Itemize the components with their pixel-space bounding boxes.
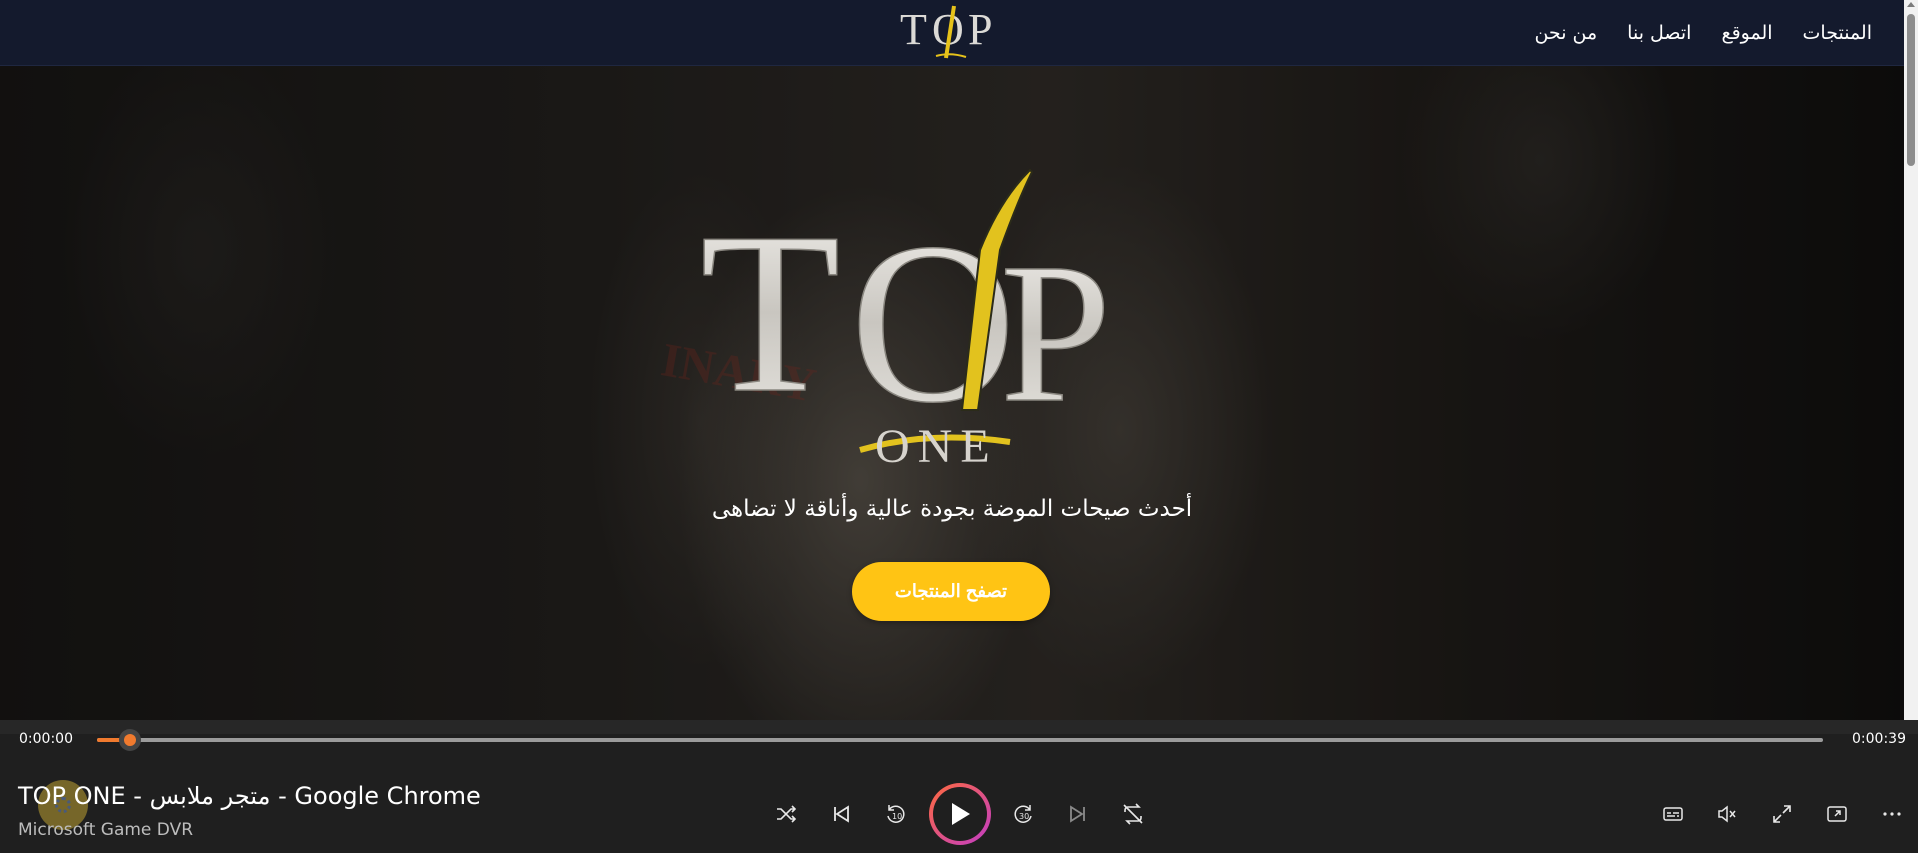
svg-text:ONE: ONE xyxy=(875,420,998,470)
top-navbar: T O P المنتجات الموقع اتصل بنا من نحن xyxy=(0,0,1904,66)
mini-player-icon[interactable] xyxy=(1819,796,1855,832)
seek-handle[interactable] xyxy=(119,729,141,751)
svg-text:10: 10 xyxy=(892,812,902,821)
elapsed-time: 0:00:00 xyxy=(19,731,73,747)
svg-text:T: T xyxy=(700,185,841,440)
forward-30-icon[interactable]: 30 xyxy=(1006,796,1042,832)
top-one-hero-logo: T O P ONE xyxy=(700,168,1112,470)
now-playing-source: Microsoft Game DVR xyxy=(18,820,194,840)
shuffle-icon[interactable] xyxy=(768,796,804,832)
previous-icon[interactable] xyxy=(823,796,859,832)
nav-link-location[interactable]: الموقع xyxy=(1721,22,1772,44)
svg-text:P: P xyxy=(968,5,992,54)
repeat-off-icon[interactable] xyxy=(1115,796,1151,832)
browse-products-button[interactable]: تصفح المنتجات xyxy=(852,562,1050,621)
scroll-thumb[interactable] xyxy=(1907,14,1915,166)
now-playing-title: TOP ONE - متجر ملابس - Google Chrome xyxy=(18,782,481,810)
seek-bar[interactable] xyxy=(97,738,1823,742)
svg-text:P: P xyxy=(1000,223,1111,444)
play-icon xyxy=(952,803,970,825)
nav-link-contact[interactable]: اتصل بنا xyxy=(1627,22,1691,44)
next-icon[interactable] xyxy=(1060,796,1096,832)
fullscreen-icon[interactable] xyxy=(1764,796,1800,832)
captions-icon[interactable] xyxy=(1655,796,1691,832)
total-duration: 0:00:39 xyxy=(1852,731,1906,747)
rewind-10-icon[interactable]: 10 xyxy=(877,796,913,832)
scroll-up-arrow-icon[interactable] xyxy=(1907,2,1915,7)
svg-text:30: 30 xyxy=(1019,812,1029,821)
hero-tagline: أحدث صيحات الموضة بجودة عالية وأناقة لا … xyxy=(711,496,1193,522)
more-icon[interactable] xyxy=(1874,796,1910,832)
nav-link-about[interactable]: من نحن xyxy=(1534,22,1597,44)
website-viewport: INARY T O P المنتجات الموقع اتصل بنا من … xyxy=(0,0,1904,720)
mute-icon[interactable] xyxy=(1709,796,1745,832)
nav-link-products[interactable]: المنتجات xyxy=(1803,22,1872,44)
play-button[interactable] xyxy=(929,783,991,845)
svg-text:T: T xyxy=(900,5,927,54)
page-scrollbar[interactable] xyxy=(1904,0,1918,720)
top-one-logo-small[interactable]: T O P xyxy=(898,2,1002,64)
nav-links: المنتجات الموقع اتصل بنا من نحن xyxy=(1534,0,1872,66)
